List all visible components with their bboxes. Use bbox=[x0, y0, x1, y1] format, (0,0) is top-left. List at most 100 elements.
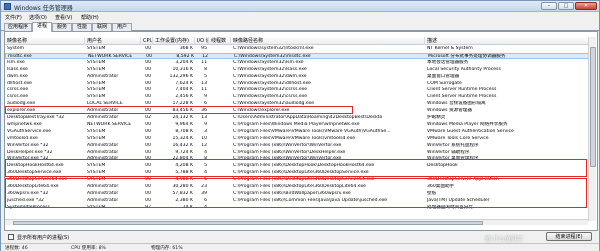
table-cell: WinVertor.exe *32 bbox=[7, 142, 49, 148]
col-image-path[interactable]: 映像路径名称 bbox=[231, 37, 425, 45]
table-cell: 护眼精灵 bbox=[427, 115, 446, 120]
table-cell: Windows Media Player 网络共享服务 bbox=[427, 121, 508, 127]
horizontal-scroll-thumb[interactable] bbox=[13, 221, 483, 225]
tab-services[interactable]: 服务 bbox=[52, 23, 72, 31]
table-row[interactable]: DesktopBestTray.exe *32 Administrator 02 24… bbox=[5, 115, 595, 121]
table-cell: 16,432 K bbox=[172, 142, 193, 148]
col-working-set[interactable]: 工作设置(内存) bbox=[153, 37, 195, 45]
show-all-users-label[interactable]: 显示所有用户的进程(S) bbox=[17, 234, 69, 241]
menu-help[interactable]: 帮助(H) bbox=[81, 14, 99, 21]
table-cell bbox=[209, 143, 231, 149]
table-cell: 00 bbox=[145, 59, 151, 65]
table-row[interactable]: wmpnetwk.exe NETWORK SERVICE 00 9,964 K 9 C:\… bbox=[5, 122, 595, 128]
table-cell: Windows 音频设备图形隔离 bbox=[427, 101, 486, 107]
col-user-name[interactable]: 用户名 bbox=[85, 37, 141, 45]
menu-options[interactable]: 选项(O) bbox=[29, 14, 47, 21]
col-io-read[interactable]: I/O 读 bbox=[195, 37, 209, 45]
table-header: 映像名称 用户名 CPU 工作设置(内存) I/O 读 线程数 映像路径名称 描… bbox=[5, 37, 595, 45]
tab-performance[interactable]: 性能 bbox=[72, 23, 92, 31]
table-cell: 02 bbox=[145, 115, 151, 120]
table-cell: 00 bbox=[145, 87, 151, 93]
table-row[interactable]: csrss.exe SYSTEM 00 2,456 K 9 C:\Windows\Syst… bbox=[5, 94, 595, 100]
table-cell bbox=[209, 87, 231, 93]
title-bar[interactable]: Windows 任务管理器 – □ ✕ bbox=[1, 1, 599, 12]
table-cell bbox=[209, 115, 231, 121]
close-button[interactable]: ✕ bbox=[575, 2, 597, 10]
table-cell: 10,316 K bbox=[172, 66, 193, 72]
table-cell: 132,296 K bbox=[169, 73, 193, 79]
table-cell: C:\Windows\System32\lsm.exe bbox=[233, 59, 304, 65]
table-cell: Administrator bbox=[87, 149, 119, 155]
table-cell: WinVertor 系统托盘程序 bbox=[427, 142, 479, 148]
show-all-users-checkbox[interactable] bbox=[8, 234, 14, 240]
minimize-button[interactable]: – bbox=[541, 2, 557, 10]
table-cell: 7,404 K bbox=[175, 87, 193, 93]
maximize-button[interactable]: □ bbox=[558, 2, 574, 10]
table-cell: C:\Program Files (x86)\WinVertor\DeskHel… bbox=[233, 149, 346, 155]
table-cell: Administrator bbox=[87, 115, 119, 120]
table-cell: COM Surrogate bbox=[427, 80, 462, 86]
table-cell bbox=[209, 150, 231, 156]
table-cell: csrss.exe bbox=[7, 94, 29, 100]
menu-file[interactable]: 文件(F) bbox=[5, 14, 22, 21]
vertical-scroll-thumb[interactable] bbox=[590, 47, 596, 167]
table-cell: 9,964 K bbox=[175, 121, 193, 127]
table-cell: 8,708 K bbox=[175, 128, 193, 134]
tab-processes[interactable]: 进程 bbox=[32, 22, 52, 32]
table-row[interactable]: dwm.exe Administrator 00 132,296 K 5 C:\Windo… bbox=[5, 74, 595, 80]
table-row[interactable]: VGAuthService.exe SYSTEM 00 8,708 K 3 C:\Prog… bbox=[5, 129, 595, 135]
table-cell: 00 bbox=[145, 80, 151, 86]
table-row[interactable]: msdtc.exe NETWORK SERVICE 00 8,592 K 12 C:\Wi… bbox=[5, 52, 595, 59]
horizontal-scrollbar[interactable] bbox=[5, 219, 588, 225]
table-cell: wmpnetwk.exe bbox=[7, 121, 42, 127]
table-cell: C:\Program Files\Windows Media Player\wm… bbox=[233, 121, 360, 127]
status-bar: 进程数: 46 CPU 使用率: 8% 物理内存: 61% bbox=[1, 243, 599, 251]
table-row[interactable]: vmtoolsd.exe SYSTEM 00 15,324 K 10 C:\Program… bbox=[5, 136, 595, 142]
table-cell: 368 K bbox=[179, 46, 193, 51]
table-cell: 7,624 K bbox=[175, 80, 193, 86]
table-cell: Windows 资源管理器 bbox=[427, 108, 472, 114]
end-process-button[interactable]: 结束进程(E) bbox=[546, 232, 592, 241]
table-cell: SYSTEM bbox=[87, 66, 106, 72]
table-cell: C:\Program Files (x86)\WinVertor\WinVert… bbox=[233, 142, 342, 148]
col-description[interactable]: 描述 bbox=[425, 37, 591, 45]
tab-users[interactable]: 用户 bbox=[112, 23, 132, 31]
table-cell: 00 bbox=[145, 94, 151, 100]
table-row[interactable]: System SYSTEM 00 368 K 95 C:\Windows\system32… bbox=[5, 46, 595, 52]
table-cell: 13 bbox=[201, 80, 207, 86]
table-row[interactable]: csrss.exe SYSTEM 00 7,404 K 11 C:\Windows\Sys… bbox=[5, 87, 595, 93]
table-cell: 00 bbox=[145, 128, 151, 134]
window-title: Windows 任务管理器 bbox=[14, 5, 73, 12]
table-cell: 9,724 K bbox=[175, 149, 193, 155]
highlight-desktopbest bbox=[5, 106, 353, 114]
table-cell: SYSTEM bbox=[87, 46, 106, 51]
menu-view[interactable]: 查看(V) bbox=[55, 14, 72, 21]
table-row[interactable]: lsass.exe SYSTEM 00 10,316 K 8 C:\Windows\Sys… bbox=[5, 67, 595, 73]
table-cell bbox=[209, 122, 231, 128]
col-cpu[interactable]: CPU bbox=[141, 37, 153, 45]
table-cell: SYSTEM bbox=[87, 135, 106, 141]
highlight-360desktop bbox=[5, 178, 587, 208]
table-cell: csrss.exe bbox=[7, 87, 29, 93]
table-cell: 00 bbox=[145, 149, 151, 155]
table-cell: WinVertor 辅助程序 bbox=[427, 149, 470, 155]
table-cell bbox=[209, 94, 231, 100]
table-cell: 13 bbox=[201, 115, 207, 120]
table-row[interactable]: dllhost.exe SYSTEM 00 7,624 K 13 C:\Windows\S… bbox=[5, 81, 595, 87]
table-cell: 11 bbox=[201, 87, 207, 93]
table-cell: 4 bbox=[204, 149, 207, 155]
table-cell bbox=[209, 129, 231, 135]
vertical-scrollbar[interactable] bbox=[588, 37, 596, 221]
table-row[interactable]: DeskHelper.exe *32 Administrator 00 9,724 K… bbox=[5, 150, 595, 156]
table-row[interactable]: WinVertor.exe *32 Administrator 00 16,432 K… bbox=[5, 143, 595, 149]
table-cell: vmtoolsd.exe bbox=[7, 135, 38, 141]
table-cell: VGAuthService.exe bbox=[7, 128, 52, 134]
highlight-winvertor bbox=[5, 159, 587, 177]
table-cell: 00 bbox=[145, 135, 151, 141]
col-threads[interactable]: 线程数 bbox=[209, 37, 231, 45]
tab-networking[interactable]: 联网 bbox=[92, 23, 112, 31]
table-row[interactable]: lsm.exe SYSTEM 00 3,204 K 11 C:\Windows\Syste… bbox=[5, 60, 595, 66]
tab-applications[interactable]: 应用程序 bbox=[4, 23, 32, 31]
col-image-name[interactable]: 映像名称 bbox=[5, 37, 85, 45]
table-cell: 5 bbox=[204, 73, 207, 79]
